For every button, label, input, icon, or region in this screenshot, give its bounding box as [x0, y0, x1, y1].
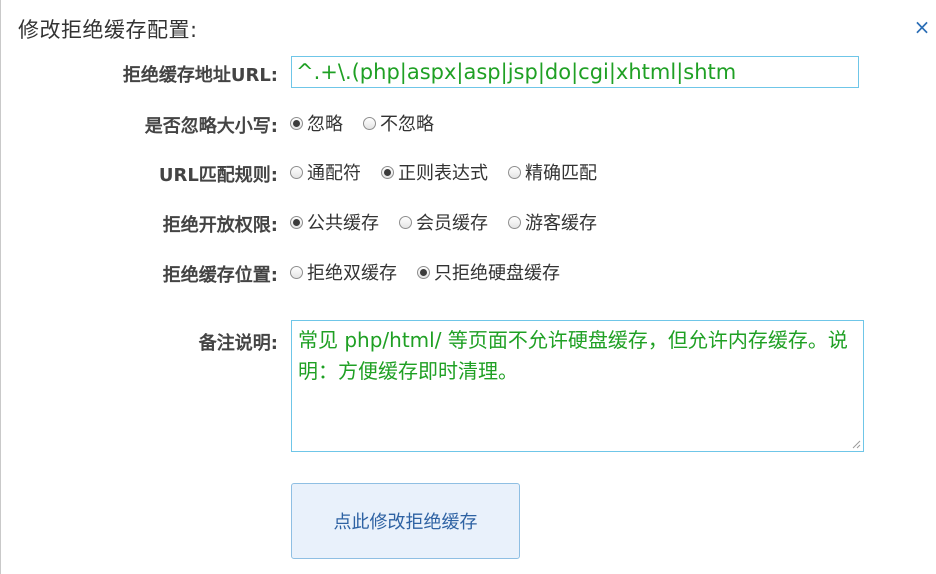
url-label: 拒绝缓存地址URL:: [122, 65, 278, 86]
ignore-case-option-ignore[interactable]: 忽略: [290, 110, 343, 136]
radio-exact[interactable]: [508, 165, 521, 179]
ignore-case-radio-group: 忽略 不忽略: [290, 110, 454, 136]
url-match-rule-radio-group: 通配符 正则表达式 精确匹配: [290, 159, 617, 185]
match-option-wildcard[interactable]: 通配符: [290, 159, 361, 185]
match-option-regex[interactable]: 正则表达式: [381, 159, 488, 185]
edit-deny-cache-dialog: 修改拒绝缓存配置: × 拒绝缓存地址URL: 是否忽略大小写: 忽略 不忽略 U…: [0, 0, 936, 574]
remark-textarea[interactable]: 常见 php/html/ 等页面不允许硬盘缓存，但允许内存缓存。说明：方便缓存即…: [291, 320, 864, 452]
dialog-title: 修改拒绝缓存配置:: [18, 18, 198, 42]
deny-scope-radio-group: 公共缓存 会员缓存 游客缓存: [290, 209, 617, 235]
resize-grip-icon[interactable]: [852, 440, 861, 449]
location-option-both[interactable]: 拒绝双缓存: [290, 259, 397, 285]
deny-url-input[interactable]: [291, 56, 859, 88]
radio-guest-cache[interactable]: [508, 215, 521, 229]
match-option-exact[interactable]: 精确匹配: [508, 159, 597, 185]
radio-label: 通配符: [307, 163, 361, 184]
radio-not-ignore[interactable]: [363, 116, 376, 130]
radio-deny-disk-only[interactable]: [417, 265, 430, 279]
radio-label: 公共缓存: [307, 213, 379, 234]
radio-regex[interactable]: [381, 165, 394, 179]
radio-deny-both-cache[interactable]: [290, 265, 303, 279]
radio-label: 会员缓存: [416, 213, 488, 234]
scope-option-member[interactable]: 会员缓存: [399, 209, 488, 235]
radio-label: 正则表达式: [398, 163, 488, 184]
radio-public-cache[interactable]: [290, 215, 303, 229]
radio-label: 忽略: [307, 114, 343, 135]
radio-label: 不忽略: [380, 114, 434, 135]
submit-button[interactable]: 点此修改拒绝缓存: [291, 483, 520, 559]
radio-member-cache[interactable]: [399, 215, 412, 229]
radio-label: 游客缓存: [525, 213, 597, 234]
remark-text: 常见 php/html/ 等页面不允许硬盘缓存，但允许内存缓存。说明：方便缓存即…: [298, 328, 848, 383]
deny-scope-label: 拒绝开放权限:: [162, 215, 278, 236]
scope-option-public[interactable]: 公共缓存: [290, 209, 379, 235]
radio-ignore[interactable]: [290, 116, 303, 130]
deny-location-radio-group: 拒绝双缓存 只拒绝硬盘缓存: [290, 259, 580, 285]
radio-label: 拒绝双缓存: [307, 263, 397, 284]
scope-option-guest[interactable]: 游客缓存: [508, 209, 597, 235]
radio-wildcard[interactable]: [290, 165, 303, 179]
ignore-case-option-not-ignore[interactable]: 不忽略: [363, 110, 434, 136]
radio-label: 只拒绝硬盘缓存: [434, 263, 560, 284]
radio-label: 精确匹配: [525, 163, 597, 184]
close-icon[interactable]: ×: [913, 17, 931, 37]
deny-location-label: 拒绝缓存位置:: [162, 265, 278, 286]
ignore-case-label: 是否忽略大小写:: [144, 116, 278, 137]
location-option-disk-only[interactable]: 只拒绝硬盘缓存: [417, 259, 560, 285]
url-match-rule-label: URL匹配规则:: [158, 165, 278, 186]
remark-label: 备注说明:: [198, 333, 278, 354]
